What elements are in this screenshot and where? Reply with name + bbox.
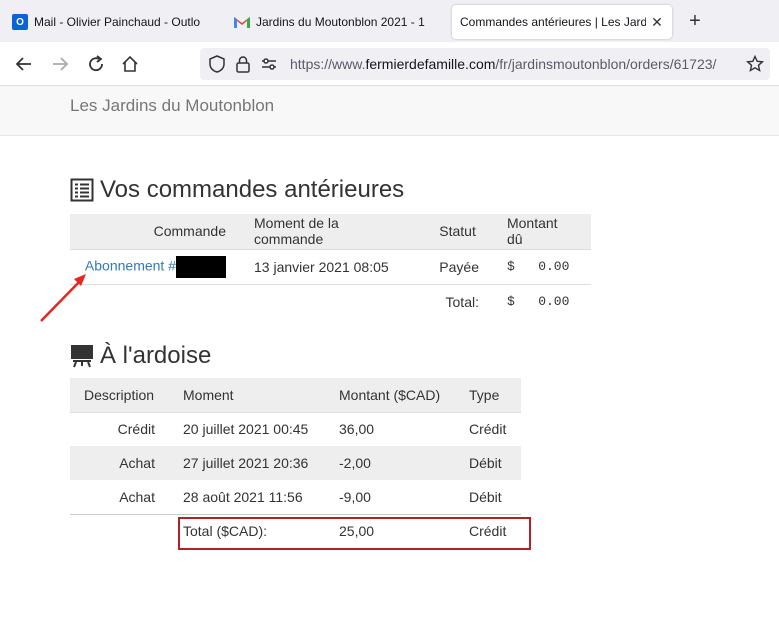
amount-value: 0.00 <box>538 294 570 310</box>
row-type: Débit <box>455 480 521 515</box>
table-row: Achat 27 juillet 2021 20:36 -2,00 Débit <box>70 446 521 480</box>
browser-tab-strip: O Mail - Olivier Painchaud - Outlo Jardi… <box>0 0 779 42</box>
row-description: Achat <box>70 446 169 480</box>
col-description: Description <box>70 378 169 413</box>
home-icon <box>122 55 138 72</box>
reload-icon <box>89 55 103 72</box>
outlook-icon: O <box>12 14 28 30</box>
orders-table: Commande Moment de la commande Statut Mo… <box>70 214 591 319</box>
site-brand[interactable]: Les Jardins du Moutonblon <box>70 96 274 116</box>
orders-total-label: Total: <box>425 283 493 319</box>
order-moment: 13 janvier 2021 08:05 <box>240 248 426 284</box>
col-moment: Moment de la commande <box>240 214 426 249</box>
new-tab-button[interactable]: + <box>684 10 706 32</box>
url-text[interactable]: https://www.fermierdefamille.com/fr/jard… <box>290 56 716 72</box>
row-type: Crédit <box>469 421 507 438</box>
url-path: /fr/jardinsmoutonblon/orders/61723/ <box>495 56 717 72</box>
amount-value: 0.00 <box>538 259 570 274</box>
col-moment: Moment <box>169 378 325 413</box>
row-moment: 27 juillet 2021 20:36 <box>169 446 325 480</box>
table-row: Achat 28 août 2021 11:56 -9,00 Débit <box>70 480 521 515</box>
currency-symbol: $ <box>506 294 515 310</box>
blackboard-icon <box>71 345 93 368</box>
shield-icon[interactable] <box>208 55 226 73</box>
col-montant-cad: Montant ($CAD) <box>325 378 455 413</box>
order-link[interactable]: Abonnement # <box>85 257 176 273</box>
order-amount: $ 0.00 <box>492 248 591 284</box>
url-host: fermierdefamille.com <box>365 56 496 72</box>
table-row: Crédit 20 juillet 2021 00:45 36,00 Crédi… <box>70 412 521 446</box>
site-navbar: Les Jardins du Moutonblon <box>0 86 779 136</box>
order-cell: Abonnement # <box>70 248 240 284</box>
orders-total-amount: $ 0.00 <box>492 283 591 319</box>
close-tab-icon[interactable]: ✕ <box>650 14 664 31</box>
tab-title: Mail - Olivier Painchaud - Outlo <box>34 15 201 29</box>
tab-gmail[interactable]: Jardins du Moutonblon 2021 - 1 <box>226 5 448 39</box>
row-amount: -9,00 <box>325 480 455 515</box>
ardoise-heading: À l'ardoise <box>70 342 211 370</box>
reload-button[interactable] <box>84 52 108 76</box>
orders-heading: Vos commandes antérieures <box>70 176 404 204</box>
col-type: Type <box>455 378 521 413</box>
ardoise-heading-text: À l'ardoise <box>100 342 212 369</box>
order-status: Payée <box>425 248 493 284</box>
tab-title: Jardins du Moutonblon 2021 - 1 <box>256 15 425 29</box>
tab-commandes-active[interactable]: Commandes antérieures | Les Jardin ✕ <box>452 5 672 39</box>
forward-arrow-icon <box>53 57 69 71</box>
col-commande: Commande <box>70 214 240 249</box>
back-button[interactable] <box>12 52 36 76</box>
gmail-icon <box>234 17 250 28</box>
currency-symbol: $ <box>506 259 515 274</box>
permissions-icon[interactable] <box>260 55 278 73</box>
row-description: Achat <box>70 480 169 515</box>
row-description: Crédit <box>117 421 155 438</box>
back-arrow-icon <box>15 57 31 71</box>
navigation-toolbar: https://www.fermierdefamille.com/fr/jard… <box>0 42 779 86</box>
row-moment: 20 juillet 2021 00:45 <box>183 421 309 438</box>
tab-title: Commandes antérieures | Les Jardin <box>460 15 646 29</box>
address-bar[interactable]: https://www.fermierdefamille.com/fr/jard… <box>200 48 770 80</box>
bookmark-star-icon[interactable] <box>746 55 764 73</box>
orders-total-row: Total: $ 0.00 <box>70 283 591 319</box>
forward-button[interactable] <box>48 52 72 76</box>
list-icon <box>70 178 94 202</box>
row-moment: 28 août 2021 11:56 <box>169 480 325 515</box>
col-montant: Montant dû <box>492 214 591 249</box>
row-amount: 36,00 <box>339 421 375 438</box>
url-prefix: https://www. <box>290 56 366 72</box>
lock-icon[interactable] <box>234 55 252 73</box>
ardoise-header-row: Description Moment Montant ($CAD) Type <box>70 378 521 413</box>
total-highlight-box <box>178 517 531 550</box>
redacted-order-number <box>176 255 226 278</box>
tab-outlook-mail[interactable]: O Mail - Olivier Painchaud - Outlo <box>4 5 222 39</box>
table-row: Abonnement # 13 janvier 2021 08:05 Payée… <box>70 248 591 284</box>
orders-header-row: Commande Moment de la commande Statut Mo… <box>70 214 591 249</box>
orders-heading-text: Vos commandes antérieures <box>100 176 405 203</box>
annotation-arrow <box>40 274 86 322</box>
home-button[interactable] <box>118 52 142 76</box>
row-amount: -2,00 <box>325 446 455 480</box>
col-statut: Statut <box>425 214 493 249</box>
row-type: Débit <box>455 446 521 480</box>
